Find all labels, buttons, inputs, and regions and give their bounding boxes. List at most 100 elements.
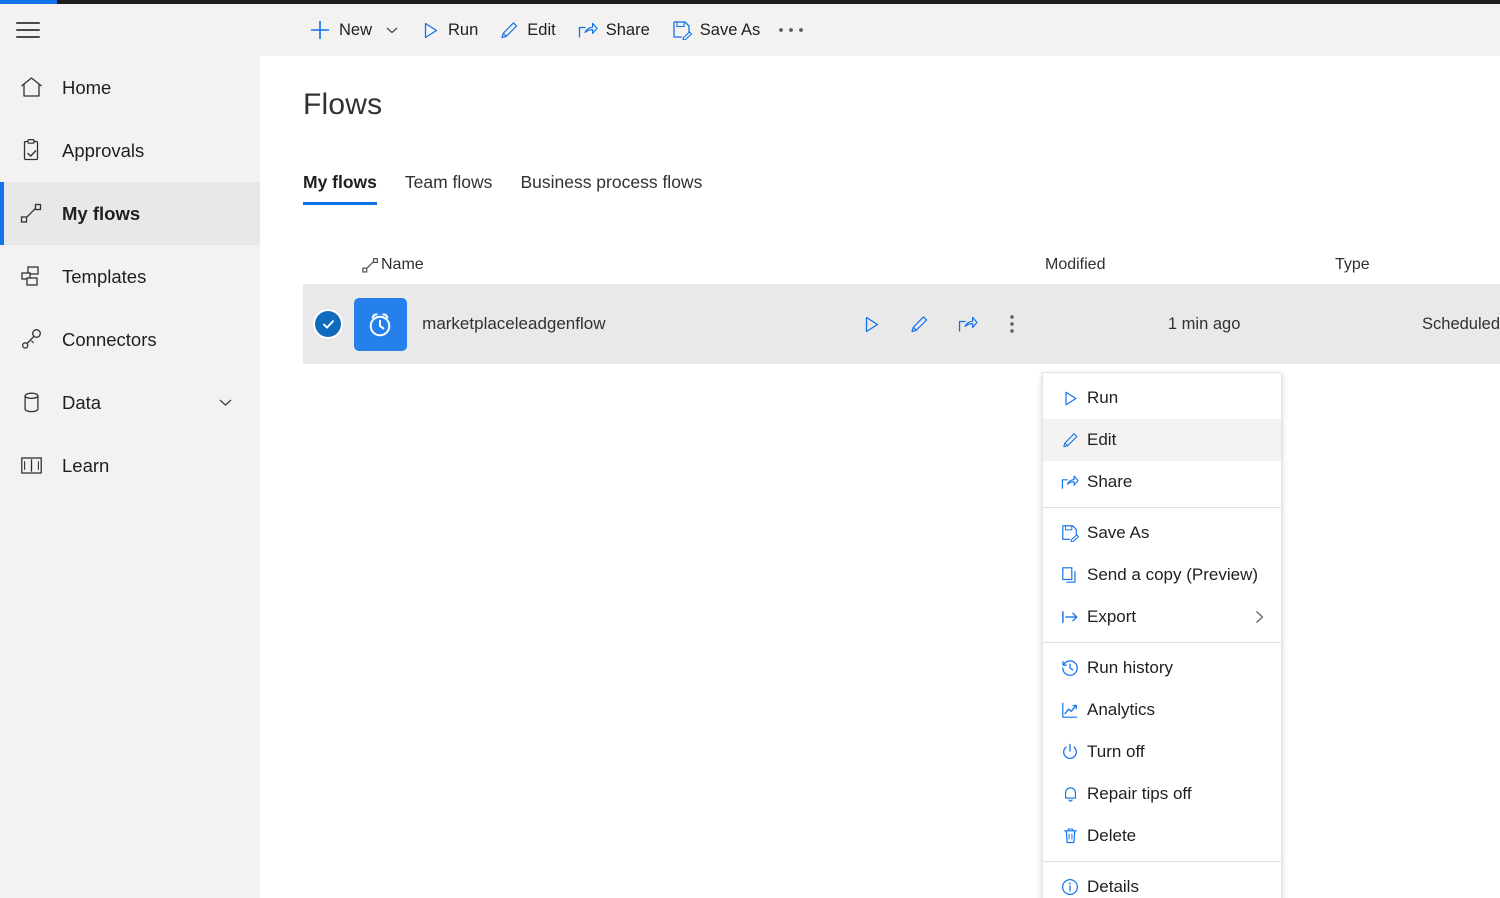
row-run-button[interactable] (858, 310, 886, 338)
column-header-type[interactable]: Type (1335, 256, 1370, 274)
menu-item-analytics[interactable]: Analytics (1043, 689, 1281, 731)
menu-item-label: Delete (1087, 826, 1271, 846)
run-button-label: Run (448, 21, 478, 40)
tab-label: Business process flows (520, 172, 702, 192)
home-icon (0, 75, 62, 100)
row-context-menu: Run Edit Share Save As Send a copy (1042, 372, 1282, 898)
pencil-icon (1053, 432, 1087, 449)
play-icon (421, 21, 440, 40)
tab-my-flows[interactable]: My flows (303, 172, 391, 205)
database-icon (0, 390, 62, 415)
row-share-button[interactable] (954, 310, 982, 338)
tab-business-process-flows[interactable]: Business process flows (506, 172, 716, 205)
column-header-name[interactable]: Name (381, 256, 1045, 274)
clipboard-check-icon (0, 138, 62, 163)
menu-separator (1043, 507, 1281, 508)
sidebar-item-label: Data (62, 392, 101, 414)
tab-list: My flows Team flows Business process flo… (303, 172, 716, 205)
menu-item-label: Turn off (1087, 742, 1271, 762)
column-header-flow-icon[interactable] (303, 256, 381, 275)
menu-item-label: Details (1087, 877, 1271, 897)
tab-team-flows[interactable]: Team flows (391, 172, 507, 205)
share-button[interactable]: Share (567, 10, 661, 50)
menu-item-export[interactable]: Export (1043, 596, 1281, 638)
menu-item-delete[interactable]: Delete (1043, 815, 1281, 857)
analytics-icon (1053, 701, 1087, 719)
history-icon (1053, 659, 1087, 677)
row-checkbox[interactable] (303, 311, 354, 337)
hamburger-menu-button[interactable] (0, 4, 56, 56)
share-icon (1053, 474, 1087, 491)
menu-item-run[interactable]: Run (1043, 377, 1281, 419)
tab-label: Team flows (405, 172, 493, 192)
hamburger-icon (16, 17, 40, 43)
menu-separator (1043, 642, 1281, 643)
copy-icon (1053, 566, 1087, 584)
sidebar-item-approvals[interactable]: Approvals (0, 119, 260, 182)
menu-item-label: Repair tips off (1087, 784, 1271, 804)
info-icon (1053, 878, 1087, 896)
menu-item-run-history[interactable]: Run history (1043, 647, 1281, 689)
sidebar-item-label: Templates (62, 266, 146, 288)
sidebar-item-label: Connectors (62, 329, 157, 351)
flow-icon (0, 201, 62, 226)
chevron-down-icon[interactable] (217, 394, 234, 411)
menu-item-send-a-copy[interactable]: Send a copy (Preview) (1043, 554, 1281, 596)
menu-item-label: Run history (1087, 658, 1271, 678)
flows-table: Name Modified Type (303, 246, 1500, 364)
row-flow-icon (354, 298, 422, 351)
trash-icon (1053, 827, 1087, 845)
sidebar-item-label: Approvals (62, 140, 144, 162)
menu-item-repair-tips-off[interactable]: Repair tips off (1043, 773, 1281, 815)
pencil-icon (500, 21, 519, 40)
menu-item-label: Share (1087, 472, 1271, 492)
app-root: New Run Edit Sh (0, 0, 1500, 898)
edit-button-label: Edit (527, 21, 555, 40)
menu-item-label: Send a copy (Preview) (1087, 565, 1271, 585)
menu-item-label: Analytics (1087, 700, 1271, 720)
menu-item-save-as[interactable]: Save As (1043, 512, 1281, 554)
more-commands-button[interactable] (771, 10, 811, 50)
sidebar-item-label: My flows (62, 203, 140, 225)
power-icon (1053, 743, 1087, 761)
sidebar-item-label: Home (62, 77, 111, 99)
menu-separator (1043, 861, 1281, 862)
chevron-right-icon (1251, 609, 1267, 625)
sidebar-item-learn[interactable]: Learn (0, 434, 260, 497)
new-button[interactable]: New (298, 10, 410, 50)
row-edit-button[interactable] (906, 310, 934, 338)
sidebar-item-home[interactable]: Home (0, 56, 260, 119)
save-as-icon (672, 20, 692, 40)
column-header-modified[interactable]: Modified (1045, 256, 1335, 274)
bell-icon (1053, 785, 1087, 803)
row-modified: 1 min ago (1168, 315, 1422, 334)
menu-item-details[interactable]: Details (1043, 866, 1281, 898)
run-button[interactable]: Run (410, 10, 489, 50)
play-icon (1053, 390, 1087, 407)
menu-item-turn-off[interactable]: Turn off (1043, 731, 1281, 773)
checkmark-icon (315, 311, 341, 337)
alarm-clock-icon (354, 298, 407, 351)
menu-item-label: Run (1087, 388, 1271, 408)
command-bar-items: New Run Edit Sh (298, 4, 811, 56)
sidebar-item-label: Learn (62, 455, 109, 477)
edit-button[interactable]: Edit (489, 10, 566, 50)
sidebar-item-data[interactable]: Data (0, 371, 260, 434)
menu-item-edit[interactable]: Edit (1043, 419, 1281, 461)
table-row[interactable]: marketplaceleadgenflow 1 min ago (303, 284, 1500, 364)
share-icon (578, 21, 598, 40)
sidebar-item-templates[interactable]: Templates (0, 245, 260, 308)
page-title: Flows (303, 88, 382, 122)
chevron-down-icon (385, 23, 399, 37)
row-more-button[interactable] (1002, 310, 1022, 338)
menu-item-label: Export (1087, 607, 1251, 627)
save-as-button[interactable]: Save As (661, 10, 772, 50)
sidebar: Home Approvals My flows Templates Connec (0, 56, 260, 898)
sidebar-item-connectors[interactable]: Connectors (0, 308, 260, 371)
connectors-icon (0, 327, 62, 352)
row-action-buttons (858, 310, 1022, 338)
menu-item-share[interactable]: Share (1043, 461, 1281, 503)
tab-label: My flows (303, 172, 377, 192)
plus-icon (309, 19, 331, 41)
sidebar-item-my-flows[interactable]: My flows (0, 182, 260, 245)
